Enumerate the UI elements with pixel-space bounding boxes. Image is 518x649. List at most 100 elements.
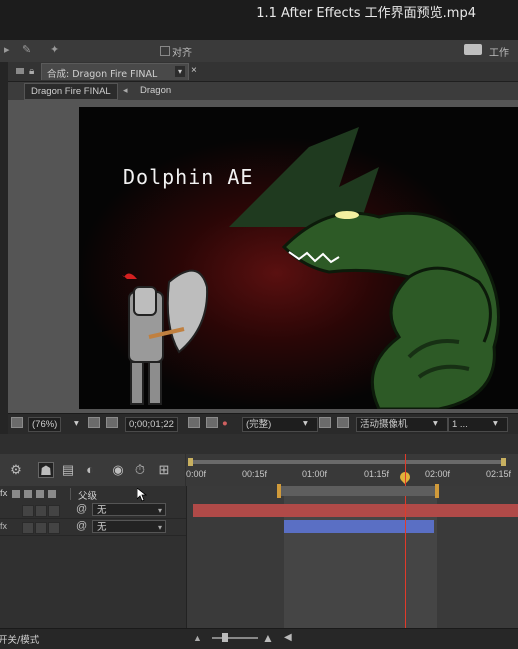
always-preview-icon[interactable]	[11, 417, 23, 428]
work-area-end-handle[interactable]	[435, 484, 439, 498]
view-layout-dropdown[interactable]: 1 ...	[448, 417, 508, 432]
layer-row[interactable]: @ 无 ▾	[0, 502, 186, 519]
layer-column-header: fx 父级	[0, 486, 186, 503]
fx-switch[interactable]: fx	[0, 521, 7, 531]
toggle-transparency-icon[interactable]	[337, 417, 349, 428]
safe-margins-icon[interactable]	[88, 417, 100, 428]
layer-duration-bar[interactable]	[193, 504, 518, 517]
navigator-end-handle[interactable]	[501, 458, 506, 466]
tab-composition[interactable]: 合成: Dragon Fire FINAL ▾	[41, 63, 189, 80]
composition-tab-label: 合成: Dragon Fire FINAL	[47, 69, 158, 80]
motion-blur-icon[interactable]: ◐	[82, 462, 98, 478]
workspace-icon[interactable]	[464, 44, 482, 55]
show-snapshot-icon[interactable]	[206, 417, 218, 428]
time-navigator[interactable]	[188, 458, 506, 466]
layer-list: @ 无 ▾ fx @ 无 ▾	[0, 502, 186, 628]
timeline-zoom-slider[interactable]	[212, 633, 258, 642]
frame-blending-icon[interactable]: ▤	[60, 462, 76, 478]
work-area-bar[interactable]	[277, 484, 439, 498]
ruler-tick-label: 02:00f	[425, 469, 451, 479]
switch-box[interactable]	[48, 505, 60, 517]
pick-whip-icon[interactable]: @	[76, 520, 87, 532]
snap-checkbox[interactable]	[160, 46, 170, 56]
toggle-switches-modes[interactable]: 开关/模式	[0, 632, 39, 646]
zoom-out-icon[interactable]: ▲	[193, 633, 202, 643]
zoom-in-icon[interactable]: ▲	[262, 631, 274, 645]
chevron-down-icon[interactable]: ▾	[433, 417, 438, 430]
time-ruler[interactable]: 0:00f 00:15f 01:00f 01:15f 02:00f 02:15f	[186, 454, 518, 486]
panel-grip-icon[interactable]	[16, 68, 24, 74]
snapshot-icon[interactable]	[188, 417, 200, 428]
work-area-span	[281, 486, 435, 496]
pick-whip-icon[interactable]: @	[76, 503, 87, 515]
parent-column-label: 父级	[78, 491, 98, 502]
tool-handle-icon[interactable]: ▸	[4, 44, 16, 56]
brainstorm-icon[interactable]: ◉	[110, 462, 126, 478]
region-of-interest-icon[interactable]	[319, 417, 331, 428]
dragon-eye	[335, 211, 359, 219]
tools-toolbar: ▸ ✎ ✦ 对齐 工作区	[0, 40, 518, 74]
arrow-left-icon: ◂	[123, 85, 128, 95]
parent-dropdown[interactable]: 无 ▾	[92, 520, 166, 533]
composition-tab-bar: 🔒︎ 合成: Dragon Fire FINAL ▾ ×	[8, 62, 518, 82]
switch-box[interactable]	[22, 505, 34, 517]
chevron-down-icon[interactable]: ▾	[493, 417, 498, 430]
close-icon[interactable]: ×	[191, 65, 197, 76]
adjustment-column-icon	[36, 490, 44, 498]
fx-column-label: fx	[0, 488, 8, 499]
navigator-start-handle[interactable]	[188, 458, 193, 466]
switch-box[interactable]	[48, 522, 60, 534]
color-channel-icon[interactable]: ●	[222, 417, 228, 430]
ruler-tick-label: 00:15f	[242, 469, 268, 479]
chevron-down-icon[interactable]: ▾	[303, 417, 308, 430]
composition-frame-art	[79, 107, 518, 409]
scroll-left-icon[interactable]: ◀	[284, 632, 292, 643]
parent-dropdown[interactable]: 无 ▾	[92, 503, 166, 516]
timeline-tracks[interactable]	[186, 454, 518, 628]
zoom-slider-handle[interactable]	[222, 633, 228, 642]
mouse-cursor-icon	[136, 487, 148, 505]
composition-canvas[interactable]: Dolphin AE	[79, 107, 518, 409]
layer-row[interactable]: fx @ 无 ▾	[0, 519, 186, 536]
3d-layer-column-icon	[48, 490, 56, 498]
viewer-controls-bar: (76%) ▾ 0;00;01;22 ● (完整) ▾ 活动摄像机 ▾ 1 ..…	[8, 413, 518, 434]
transparency-grid-icon[interactable]	[106, 417, 118, 428]
puppet-tool-icon[interactable]: ✦	[50, 44, 62, 56]
breadcrumb-item-dragon[interactable]: Dragon	[140, 85, 171, 96]
pen-tool-icon[interactable]: ✎	[22, 44, 34, 56]
video-title-bar: 1.1 After Effects 工作界面预览.mp4	[0, 0, 518, 40]
ruler-tick-label: 01:15f	[364, 469, 390, 479]
switch-box[interactable]	[35, 505, 47, 517]
column-divider	[70, 488, 71, 500]
ruler-tick-label: 0:00f	[186, 469, 207, 479]
graph-editor-icon[interactable]: ⊞	[156, 462, 172, 478]
video-title: 1.1 After Effects 工作界面预览.mp4	[256, 6, 476, 21]
comp-flowchart-icon[interactable]: ⚙	[8, 462, 24, 478]
current-time-display[interactable]: 0;00;01;22	[125, 417, 178, 432]
layer-duration-bar[interactable]	[284, 520, 434, 533]
chevron-down-icon: ▾	[157, 523, 162, 532]
timeline-status-bar: 开关/模式 ▲ ▲ ◀	[0, 628, 518, 649]
breadcrumb-item-dragon-fire-final[interactable]: Dragon Fire FINAL	[24, 83, 118, 100]
timeline-switches: ⚙ ☗ ▤ ◐ ◉ ⏱ ⊞	[0, 454, 185, 486]
chevron-down-icon[interactable]: ▾	[74, 417, 79, 430]
switch-box[interactable]	[35, 522, 47, 534]
chevron-down-icon: ▾	[157, 506, 162, 515]
motion-blur-column-icon	[24, 490, 32, 498]
snap-label: 对齐	[172, 48, 192, 59]
chevron-down-icon[interactable]: ▾	[175, 66, 185, 77]
switch-box[interactable]	[22, 522, 34, 534]
knight-leg-left	[130, 361, 144, 405]
composition-overlay-text: Dolphin AE	[123, 165, 254, 189]
lock-icon[interactable]: 🔒︎	[29, 66, 34, 77]
knight-helmet	[133, 286, 157, 316]
auto-keyframe-icon[interactable]: ⏱	[132, 462, 148, 478]
project-panel-edge	[0, 62, 8, 454]
parent-value: 无	[97, 522, 107, 533]
magnification-dropdown[interactable]: (76%)	[28, 417, 62, 432]
panel-divider	[0, 434, 518, 454]
knight-leg-right	[148, 361, 162, 405]
live-update-icon[interactable]: ☗	[38, 462, 54, 478]
current-time-indicator-line[interactable]	[405, 454, 406, 628]
breadcrumb: Dragon Fire FINAL ◂ Dragon	[8, 82, 518, 100]
